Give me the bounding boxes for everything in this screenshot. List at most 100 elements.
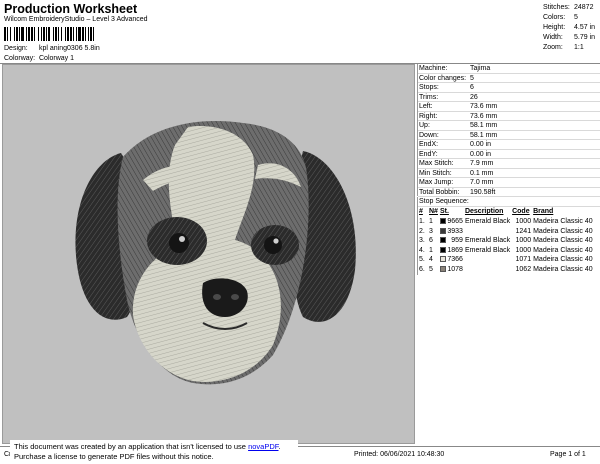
spec-label: Machine: — [419, 65, 448, 72]
thread-code: 1062 — [515, 265, 532, 273]
stop-sequence-title: Stop Sequence: — [418, 197, 600, 207]
spec-value: 0.1 mm — [470, 169, 494, 177]
spec-row: Up: 58.1 mm — [418, 121, 600, 131]
table-header-row: # N# St. Description Code Brand — [418, 207, 600, 217]
table-row: 1. 1 9665 Emerald Black 1000 Madeira Classic … — [418, 217, 600, 227]
spec-value: 0.00 in — [470, 141, 492, 148]
summary-label: Colors: — [543, 14, 566, 21]
spec-value: 73.6 mm — [470, 103, 498, 110]
colorway-label: Colorway: — [4, 55, 36, 62]
spec-label: Stops: — [419, 84, 439, 91]
spec-value: 5 — [470, 74, 474, 82]
spec-row: Stops: 6 — [418, 83, 600, 93]
table-row: 2. 3 3933 1241 Madeira Classic 40 — [418, 227, 600, 237]
summary-row: Height: 4.57 in — [543, 23, 595, 33]
spec-row: Total Bobbin: 190.58ft — [418, 188, 600, 197]
thread-code: 1241 — [515, 227, 532, 235]
thread-brand: Madeira Classic 40 — [533, 237, 593, 245]
thread-code: 1071 — [515, 256, 532, 264]
stitch-count: 7366 — [439, 255, 464, 265]
spec-label: Min Stitch: — [419, 169, 452, 177]
stitch-count-text: 1869 — [447, 246, 463, 254]
stop-number: 2. — [419, 227, 425, 235]
spec-value: 7.9 mm — [470, 160, 494, 167]
spec-value: 73.6 mm — [470, 112, 498, 120]
stitch-count-text: 9665 — [447, 218, 463, 225]
page-number: Page 1 of 1 — [550, 451, 586, 458]
thread-description: Emerald Black — [464, 237, 511, 245]
spec-label: Total Bobbin: — [419, 188, 460, 196]
thread-brand: Madeira Classic 40 — [533, 227, 593, 235]
thread-brand: Madeira Classic 40 — [533, 256, 593, 264]
summary-row: Zoom: 1:1 — [543, 43, 595, 53]
design-info: Design: kpl aning0306 5.8in — [4, 45, 100, 52]
spec-value: Tajima — [470, 65, 491, 72]
spec-row: Color changes: 5 — [418, 74, 600, 83]
summary-value: 5 — [574, 14, 578, 21]
col-brand: Brand — [533, 208, 554, 215]
spec-row: Machine: Tajima — [418, 64, 600, 74]
spec-value: 190.58ft — [470, 188, 496, 196]
table-row: 5. 4 7366 1071 Madeira Classic 40 — [418, 255, 600, 265]
thread-description: Emerald Black — [464, 246, 511, 254]
design-summary: Stitches: 24872 Colors: 5 Height: 4.57 in W… — [543, 3, 595, 53]
machine-specs: Machine: Tajima Color changes: 5 Stops: 6 Trim… — [417, 64, 600, 197]
spec-label: Trims: — [419, 93, 439, 101]
spec-label: Left: — [419, 103, 433, 110]
col-needle: N# — [429, 208, 438, 215]
summary-label: Width: — [543, 34, 563, 41]
summary-label: Stitches: — [543, 4, 570, 11]
needle-number: 1 — [429, 246, 433, 254]
stop-number: 6. — [419, 265, 425, 273]
notice-line-1: This document was created by an applicat… — [14, 442, 294, 452]
spec-label: Up: — [419, 122, 430, 129]
spec-row: Max Jump: 7.0 mm — [418, 178, 600, 188]
novapdf-link[interactable]: novaPDF — [248, 442, 278, 451]
thread-description — [464, 265, 511, 275]
col-stitches: St. — [439, 208, 449, 215]
thread-brand: Madeira Classic 40 — [533, 218, 593, 225]
spec-value: 58.1 mm — [470, 122, 498, 129]
spec-value: 0.00 in — [470, 150, 492, 158]
spec-label: Down: — [419, 131, 439, 139]
col-number: # — [419, 208, 423, 215]
table-row: 4. 1 1869 Emerald Black 1000 Madeira Classic … — [418, 246, 600, 256]
thread-brand: Madeira Classic 40 — [533, 265, 593, 273]
license-notice: This document was created by an applicat… — [10, 440, 298, 464]
spec-row: EndY: 0.00 in — [418, 150, 600, 159]
spec-row: Right: 73.6 mm — [418, 112, 600, 121]
notice-text: . — [278, 442, 281, 451]
spec-label: Color changes: — [419, 74, 467, 82]
design-preview — [2, 64, 415, 444]
needle-number: 1 — [429, 218, 433, 225]
summary-value: 4.57 in — [574, 24, 596, 31]
summary-row: Width: 5.79 in — [543, 33, 595, 43]
design-value: kpl aning0306 5.8in — [39, 45, 100, 52]
needle-number: 3 — [429, 227, 433, 235]
stitch-count: 9665 — [439, 217, 464, 227]
summary-row: Stitches: 24872 — [543, 3, 595, 13]
spec-row: Left: 73.6 mm — [418, 102, 600, 112]
spec-row: Trims: 26 — [418, 93, 600, 102]
stitch-count-text: 959 — [451, 237, 463, 245]
stitch-count: 1078 — [439, 265, 464, 275]
thread-code: 1000 — [515, 237, 532, 245]
stop-sequence: Stop Sequence: # N# St. Description Code… — [417, 197, 600, 275]
summary-label: Height: — [543, 24, 566, 31]
thread-code: 1000 — [515, 246, 532, 254]
summary-value: 24872 — [574, 4, 594, 11]
spec-label: Max Jump: — [419, 179, 454, 186]
page-title: Production Worksheet — [4, 2, 138, 16]
thread-description — [464, 227, 511, 237]
spec-label: EndX: — [419, 141, 439, 148]
stop-number: 1. — [419, 218, 425, 225]
spec-value: 26 — [470, 93, 478, 101]
software-subtitle: Wilcom EmbroideryStudio – Level 3 Advanc… — [4, 16, 148, 23]
summary-label: Zoom: — [543, 44, 563, 51]
table-row: 3. 6 959 Emerald Black 1000 Madeira Classic 4… — [418, 236, 600, 246]
spec-label: Max Stitch: — [419, 160, 454, 167]
needle-number: 5 — [429, 265, 433, 273]
summary-value: 1:1 — [574, 44, 584, 51]
spec-row: EndX: 0.00 in — [418, 140, 600, 150]
barcode-bar — [94, 27, 97, 41]
